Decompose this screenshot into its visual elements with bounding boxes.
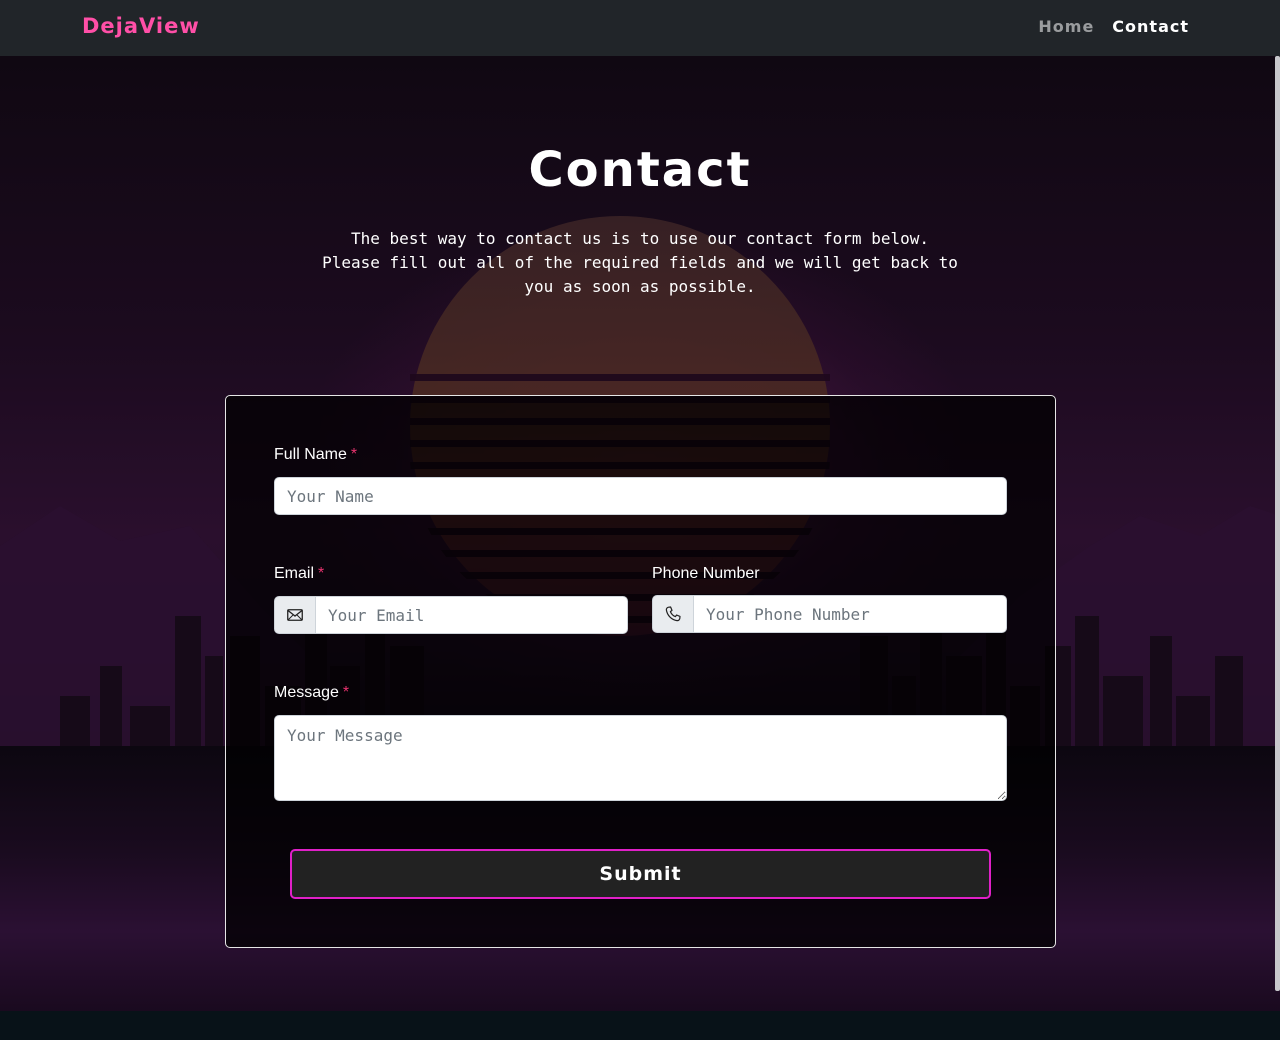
email-label: Email * <box>274 565 324 583</box>
required-mark: * <box>318 565 325 582</box>
message-label: Message * <box>274 684 349 702</box>
phone-label: Phone Number <box>652 565 760 583</box>
message-label-text: Message <box>274 684 339 701</box>
nav-link-home[interactable]: Home <box>1038 17 1094 36</box>
phone-addon <box>652 595 694 633</box>
email-addon <box>274 596 316 634</box>
navbar: DejaView Home Contact <box>0 0 1280 56</box>
full-name-input[interactable] <box>274 477 1007 515</box>
page-title: Contact <box>528 142 752 198</box>
phone-input[interactable] <box>693 595 1007 633</box>
email-input[interactable] <box>315 596 628 634</box>
full-name-label-text: Full Name <box>274 446 347 463</box>
nav-link-contact[interactable]: Contact <box>1112 17 1189 36</box>
full-name-label: Full Name * <box>274 446 357 464</box>
phone-icon <box>665 606 681 622</box>
required-mark: * <box>342 684 350 701</box>
email-label-text: Email <box>274 565 315 582</box>
phone-label-text: Phone Number <box>652 565 760 582</box>
nav-links: Home Contact <box>1038 17 1189 36</box>
message-textarea[interactable] <box>274 715 1007 801</box>
footer <box>0 1011 1280 1040</box>
submit-button[interactable]: Submit <box>290 849 991 899</box>
envelope-icon <box>287 609 303 621</box>
brand-logo[interactable]: DejaView <box>82 14 200 38</box>
required-mark: * <box>350 446 358 463</box>
page-subtitle: The best way to contact us is to use our… <box>322 229 958 296</box>
